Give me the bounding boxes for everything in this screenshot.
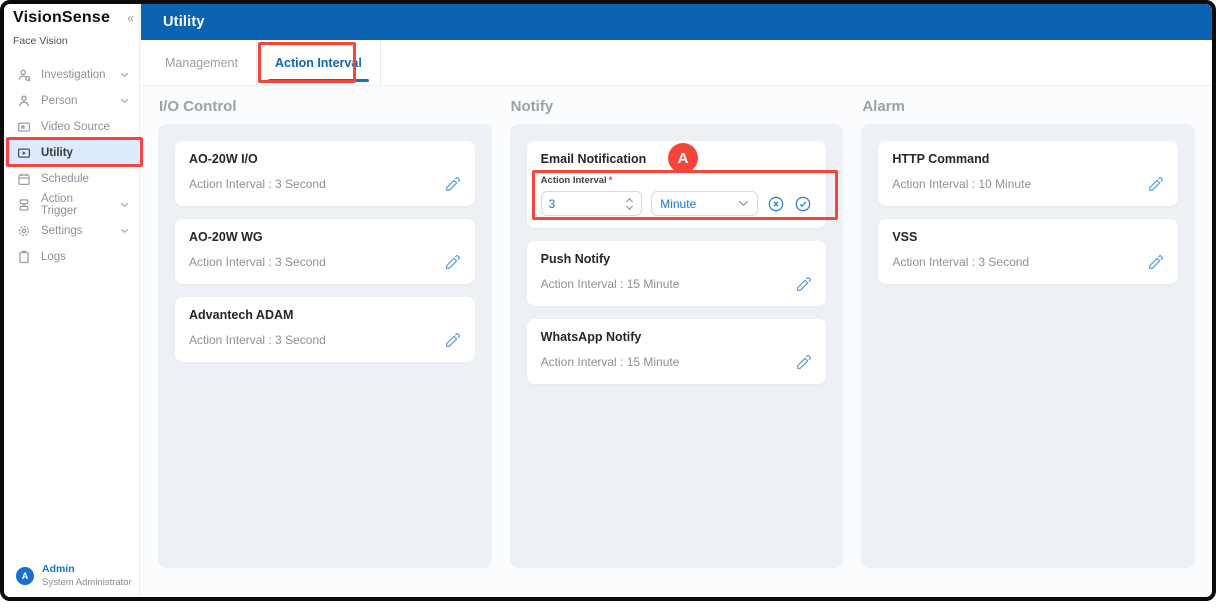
sidebar-item-label: Utility bbox=[41, 147, 73, 159]
card-subtitle: Action Interval : 10 Minute bbox=[892, 177, 1031, 191]
number-stepper-icon[interactable] bbox=[625, 196, 634, 212]
field-label-row: Action Interval* bbox=[541, 175, 813, 186]
card-subtitle: Action Interval : 15 Minute bbox=[541, 355, 680, 369]
chevron-down-icon bbox=[738, 200, 749, 207]
sidebar-collapse-icon[interactable]: « bbox=[127, 11, 134, 25]
card-http-command: HTTP Command Action Interval : 10 Minute bbox=[878, 141, 1178, 206]
edit-pencil-icon[interactable] bbox=[795, 276, 812, 293]
sidebar-nav: Investigation Person Video Source bbox=[4, 62, 139, 270]
section-title: Notify bbox=[511, 98, 844, 116]
sidebar-item-label: Person bbox=[41, 95, 77, 107]
column-alarm: Alarm HTTP Command Action Interval : 10 … bbox=[861, 98, 1195, 597]
edit-pencil-icon[interactable] bbox=[1147, 176, 1164, 193]
section-title: I/O Control bbox=[159, 98, 492, 116]
tab-bar: Management Action Interval bbox=[141, 40, 1212, 86]
edit-pencil-icon[interactable] bbox=[444, 332, 461, 349]
selected-unit: Minute bbox=[660, 197, 696, 211]
card-title: AO-20W WG bbox=[189, 230, 461, 245]
required-asterisk: * bbox=[609, 175, 613, 186]
utility-icon bbox=[17, 146, 31, 160]
sidebar-item-action-trigger[interactable]: Action Trigger bbox=[4, 192, 139, 218]
card-title: Advantech ADAM bbox=[189, 308, 461, 323]
interval-unit-select[interactable]: Minute bbox=[651, 191, 758, 216]
column-io-control: I/O Control AO-20W I/O Action Interval :… bbox=[158, 98, 492, 597]
column-notify: Notify Email Notification Action Interva… bbox=[510, 98, 844, 597]
sidebar-item-label: Logs bbox=[41, 251, 66, 263]
brand-block: VisionSense Face Vision bbox=[4, 4, 139, 47]
sidebar-item-label: Action Trigger bbox=[41, 193, 110, 217]
sidebar-item-schedule[interactable]: Schedule bbox=[4, 166, 139, 192]
card-title: VSS bbox=[892, 230, 1164, 245]
person-search-icon bbox=[17, 68, 31, 82]
tab-action-interval[interactable]: Action Interval bbox=[257, 40, 381, 85]
sidebar-item-label: Investigation bbox=[41, 69, 106, 81]
brand-subtitle: Face Vision bbox=[13, 35, 129, 47]
main-area: Utility Management Action Interval I/O C… bbox=[141, 4, 1212, 597]
edit-pencil-icon[interactable] bbox=[444, 254, 461, 271]
confirm-circle-check-icon[interactable] bbox=[794, 195, 812, 213]
notify-panel: Email Notification Action Interval* bbox=[510, 124, 844, 568]
avatar: A bbox=[16, 567, 34, 585]
page-title: Utility bbox=[163, 14, 205, 30]
card-ao20w-wg: AO-20W WG Action Interval : 3 Second bbox=[175, 219, 475, 284]
user-profile[interactable]: A Admin System Administrator bbox=[16, 563, 132, 588]
section-title: Alarm bbox=[862, 98, 1195, 116]
chevron-down-icon bbox=[120, 98, 129, 104]
card-subtitle: Action Interval : 3 Second bbox=[189, 333, 326, 347]
sidebar-item-settings[interactable]: Settings bbox=[4, 218, 139, 244]
action-interval-controls: Minute bbox=[541, 191, 813, 216]
user-role: System Administrator bbox=[42, 577, 132, 588]
interval-value-input[interactable] bbox=[549, 197, 619, 211]
card-title: HTTP Command bbox=[892, 152, 1164, 167]
field-label: Action Interval bbox=[541, 175, 607, 186]
edit-pencil-icon[interactable] bbox=[1147, 254, 1164, 271]
sidebar-item-video-source[interactable]: Video Source bbox=[4, 114, 139, 140]
card-advantech-adam: Advantech ADAM Action Interval : 3 Secon… bbox=[175, 297, 475, 362]
action-trigger-icon bbox=[17, 198, 31, 212]
user-info: Admin System Administrator bbox=[42, 563, 132, 588]
content-area: I/O Control AO-20W I/O Action Interval :… bbox=[141, 86, 1212, 597]
person-icon bbox=[17, 94, 31, 108]
alarm-panel: HTTP Command Action Interval : 10 Minute… bbox=[861, 124, 1195, 568]
card-push-notify: Push Notify Action Interval : 15 Minute bbox=[527, 241, 827, 306]
page-header: Utility bbox=[141, 4, 1212, 40]
io-control-panel: AO-20W I/O Action Interval : 3 Second AO… bbox=[158, 124, 492, 568]
card-ao20w-io: AO-20W I/O Action Interval : 3 Second bbox=[175, 141, 475, 206]
user-name: Admin bbox=[42, 563, 132, 575]
card-title: Push Notify bbox=[541, 252, 813, 267]
chevron-down-icon bbox=[120, 228, 129, 234]
card-title: AO-20W I/O bbox=[189, 152, 461, 167]
edit-pencil-icon[interactable] bbox=[444, 176, 461, 193]
calendar-icon bbox=[17, 172, 31, 186]
tab-management[interactable]: Management bbox=[147, 40, 257, 85]
sidebar-item-person[interactable]: Person bbox=[4, 88, 139, 114]
card-whatsapp-notify: WhatsApp Notify Action Interval : 15 Min… bbox=[527, 319, 827, 384]
card-vss: VSS Action Interval : 3 Second bbox=[878, 219, 1178, 284]
sidebar: VisionSense Face Vision « Investigation … bbox=[4, 4, 140, 597]
app-window: VisionSense Face Vision « Investigation … bbox=[0, 0, 1216, 601]
edit-pencil-icon[interactable] bbox=[795, 354, 812, 371]
logs-clipboard-icon bbox=[17, 250, 31, 264]
card-subtitle: Action Interval : 3 Second bbox=[189, 255, 326, 269]
sidebar-item-investigation[interactable]: Investigation bbox=[4, 62, 139, 88]
chevron-down-icon bbox=[120, 202, 129, 208]
card-subtitle: Action Interval : 3 Second bbox=[189, 177, 326, 191]
card-email-notification-edit: Email Notification Action Interval* bbox=[527, 141, 827, 228]
video-source-icon bbox=[17, 120, 31, 134]
sidebar-item-utility[interactable]: Utility bbox=[4, 140, 139, 166]
brand-name: VisionSense bbox=[13, 9, 129, 27]
interval-value-field bbox=[541, 191, 643, 216]
card-title: Email Notification bbox=[541, 152, 813, 167]
card-title: WhatsApp Notify bbox=[541, 330, 813, 345]
cancel-circle-x-icon[interactable] bbox=[767, 195, 785, 213]
sidebar-item-label: Video Source bbox=[41, 121, 110, 133]
card-subtitle: Action Interval : 3 Second bbox=[892, 255, 1029, 269]
sidebar-item-label: Settings bbox=[41, 225, 83, 237]
chevron-down-icon bbox=[120, 72, 129, 78]
sidebar-item-label: Schedule bbox=[41, 173, 89, 185]
sidebar-item-logs[interactable]: Logs bbox=[4, 244, 139, 270]
card-subtitle: Action Interval : 15 Minute bbox=[541, 277, 680, 291]
gear-icon bbox=[17, 224, 31, 238]
